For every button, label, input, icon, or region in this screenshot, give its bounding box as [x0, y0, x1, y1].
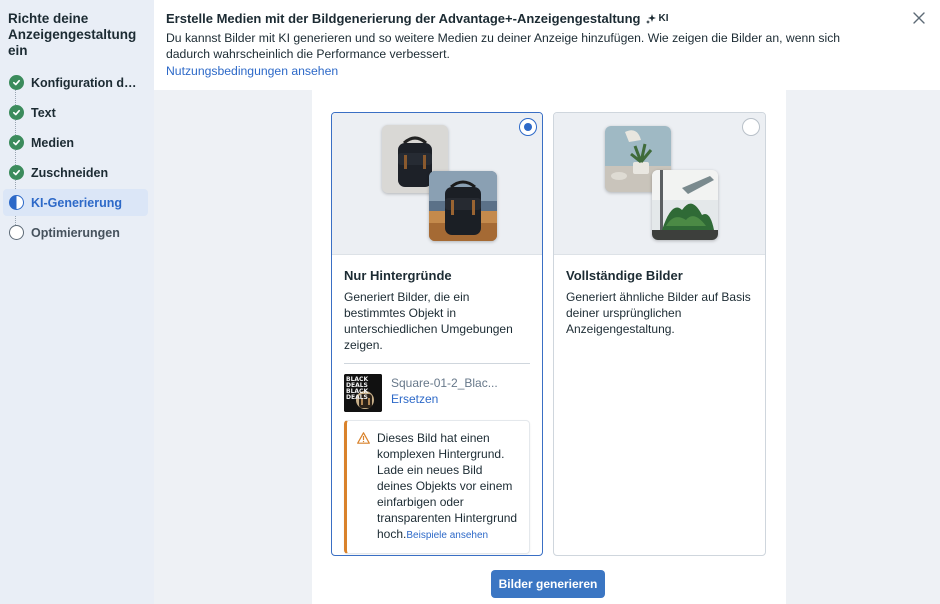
step-sidebar: Richte deine Anzeigengestaltung ein Konf…: [0, 0, 154, 604]
warning-triangle-icon: [357, 431, 371, 544]
step-label: Medien: [31, 135, 75, 150]
check-circle-icon: [9, 75, 24, 90]
uploaded-file-thumbnail: BLACK DEALS BLACK DEALS: [344, 374, 382, 412]
option-description: Generiert Bilder, die ein bestimmtes Obj…: [344, 290, 513, 352]
check-circle-icon: [9, 165, 24, 180]
option-description: Generiert ähnliche Bilder auf Basis dein…: [566, 290, 751, 336]
option-title: Vollständige Bilder: [566, 268, 683, 283]
backpack-image-outdoor: [429, 171, 497, 241]
replace-link[interactable]: Ersetzen: [391, 391, 498, 407]
plant-image-greenhouse: [652, 170, 718, 240]
dialog-title-text: Erstelle Medien mit der Bildgenerierung …: [166, 11, 641, 26]
step-label: KI-Generierung: [31, 195, 122, 210]
step-optimierungen[interactable]: Optimierungen: [3, 219, 148, 246]
dialog-description: Du kannst Bilder mit KI generieren und s…: [166, 31, 841, 61]
option-body: Nur Hintergründe Generiert Bilder, die e…: [332, 255, 542, 554]
step-label: Zuschneiden: [31, 165, 109, 180]
step-text[interactable]: Text: [3, 99, 148, 126]
option-radio-unselected[interactable]: [742, 118, 760, 136]
option-body: Vollständige Bilder Generiert ähnliche B…: [554, 255, 765, 337]
thumbnail-caption: BLACK DEALS BLACK DEALS: [346, 376, 369, 401]
step-konfiguration[interactable]: Konfiguration der Werbeanzeige: [3, 69, 148, 96]
warning-message: Dieses Bild hat einen komplexen Hintergr…: [377, 430, 519, 544]
examples-link[interactable]: Beispiele ansehen: [406, 530, 488, 541]
uploaded-file-row: BLACK DEALS BLACK DEALS Square-01-2_Blac…: [344, 374, 530, 412]
check-circle-icon: [9, 135, 24, 150]
step-list: Konfiguration der Werbeanzeige Text Medi…: [0, 69, 154, 246]
dialog-header: Erstelle Medien mit der Bildgenerierung …: [154, 0, 940, 90]
option-title: Nur Hintergründe: [344, 268, 452, 283]
close-button[interactable]: [910, 9, 928, 27]
option-card-backgrounds[interactable]: Nur Hintergründe Generiert Bilder, die e…: [331, 112, 543, 556]
warning-text: Dieses Bild hat einen komplexen Hintergr…: [377, 431, 518, 541]
uploaded-file-name: Square-01-2_Blac...: [391, 376, 498, 390]
step-label: Optimierungen: [31, 225, 120, 240]
step-ki-generierung[interactable]: KI-Generierung: [3, 189, 148, 216]
dialog-title: Erstelle Medien mit der Bildgenerierung …: [166, 11, 928, 27]
empty-circle-icon: [9, 225, 24, 240]
divider: [344, 363, 530, 364]
sparkle-icon: [646, 14, 657, 24]
option-preview: [332, 113, 542, 255]
option-preview: [554, 113, 765, 255]
ai-badge: KI: [646, 11, 668, 27]
step-label: Text: [31, 105, 56, 120]
step-zuschneiden[interactable]: Zuschneiden: [3, 159, 148, 186]
step-medien[interactable]: Medien: [3, 129, 148, 156]
option-radio-selected[interactable]: [519, 118, 537, 136]
close-icon: [913, 12, 925, 24]
half-circle-icon: [9, 195, 24, 210]
check-circle-icon: [9, 105, 24, 120]
uploaded-file-meta: Square-01-2_Blac... Ersetzen: [391, 374, 498, 407]
ai-badge-label: KI: [658, 13, 669, 24]
step-label: Konfiguration der Werbeanzeige: [31, 75, 139, 90]
terms-link[interactable]: Nutzungsbedingungen ansehen: [166, 63, 338, 79]
option-card-full-images[interactable]: Vollständige Bilder Generiert ähnliche B…: [553, 112, 766, 556]
complex-background-warning: Dieses Bild hat einen komplexen Hintergr…: [344, 420, 530, 554]
generate-images-button[interactable]: Bilder generieren: [491, 570, 605, 598]
sidebar-title: Richte deine Anzeigengestaltung ein: [8, 11, 137, 58]
